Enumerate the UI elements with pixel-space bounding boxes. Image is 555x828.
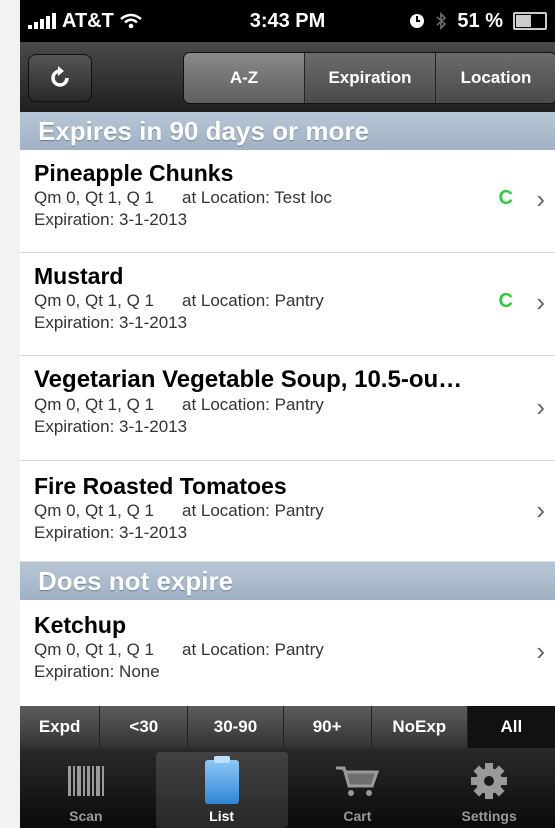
item-qty: Qm 0, Qt 1, Q 1 (34, 291, 154, 310)
filter-30-90[interactable]: 30-90 (188, 706, 284, 748)
list-item[interactable]: Pineapple Chunks Qm 0, Qt 1, Q 1 at Locat… (20, 150, 555, 253)
status-bar: AT&T 3:43 PM 51 % (20, 0, 555, 42)
item-expiration: Expiration: 3-1-2013 (34, 210, 188, 229)
expiration-filter-bar: Expd <30 30-90 90+ NoExp All (20, 706, 555, 748)
item-quantities: Qm 0, Qt 1, Q 1 at Location: Pantry (34, 500, 555, 522)
filter-under-30[interactable]: <30 (100, 706, 189, 748)
list-item[interactable]: Ketchup Qm 0, Qt 1, Q 1 at Location: Pant… (20, 600, 555, 702)
item-name: Ketchup (34, 612, 126, 638)
chevron-right-icon: › (536, 184, 545, 214)
phone-screen: AT&T 3:43 PM 51 % A-Z Expiration Locatio… (20, 0, 555, 828)
item-location: at Location: Test loc (181, 188, 332, 207)
item-expiration: Expiration: 3-1-2013 (34, 523, 188, 542)
chevron-right-icon: › (536, 636, 545, 666)
item-quantities: Qm 0, Qt 1, Q 1 at Location: Pantry (34, 394, 555, 416)
item-list[interactable]: Expires in 90 days or more Pineapple Chu… (20, 112, 555, 702)
list-icon (204, 756, 239, 804)
item-location: at Location: Pantry (181, 395, 324, 414)
item-name: Pineapple Chunks (34, 160, 234, 186)
item-quantities: Qm 0, Qt 1, Q 1 at Location: Pantry (34, 290, 555, 312)
item-qty: Qm 0, Qt 1, Q 1 (34, 395, 154, 414)
item-name: Vegetarian Vegetable Soup, 10.5-ou… (34, 366, 463, 393)
tab-scan[interactable]: Scan (20, 748, 152, 828)
refresh-button[interactable] (28, 54, 92, 102)
segment-expiration[interactable]: Expiration (305, 53, 436, 103)
toolbar: A-Z Expiration Location (20, 42, 555, 112)
battery-icon (513, 12, 547, 30)
chevron-right-icon: › (536, 495, 545, 525)
segment-a-z[interactable]: A-Z (184, 53, 305, 103)
item-location: at Location: Pantry (181, 640, 324, 659)
list-item[interactable]: Fire Roasted Tomatoes Qm 0, Qt 1, Q 1 at … (20, 461, 555, 562)
tab-settings[interactable]: Settings (423, 748, 555, 828)
item-expiration: Expiration: 3-1-2013 (34, 417, 188, 436)
tab-cart[interactable]: Cart (292, 748, 424, 828)
tab-label: List (209, 808, 235, 824)
section-header: Does not expire (20, 562, 555, 600)
section-header: Expires in 90 days or more (20, 112, 555, 150)
item-location: at Location: Pantry (181, 501, 324, 520)
filter-90-plus[interactable]: 90+ (284, 706, 372, 748)
status-flag: C (498, 290, 513, 312)
list-item[interactable]: Vegetarian Vegetable Soup, 10.5-ou… Qm 0… (20, 356, 555, 461)
tab-label: Cart (343, 808, 372, 824)
item-name: Mustard (34, 263, 124, 289)
refresh-icon (51, 66, 69, 87)
segment-location[interactable]: Location (436, 53, 555, 103)
item-quantities: Qm 0, Qt 1, Q 1 at Location: Test loc (34, 187, 555, 209)
item-name: Fire Roasted Tomatoes (34, 473, 287, 499)
item-quantities: Qm 0, Qt 1, Q 1 at Location: Pantry (34, 639, 555, 661)
chevron-right-icon: › (536, 287, 545, 317)
filter-all[interactable]: All (467, 706, 555, 748)
item-qty: Qm 0, Qt 1, Q 1 (34, 501, 154, 520)
barcode-icon (67, 766, 104, 796)
filter-expd[interactable]: Expd (20, 706, 101, 748)
item-qty: Qm 0, Qt 1, Q 1 (34, 188, 154, 207)
cart-icon (336, 766, 380, 796)
sort-segmented-control: A-Z Expiration Location (183, 52, 555, 104)
chevron-right-icon: › (536, 392, 545, 422)
status-time: 3:43 PM (249, 9, 326, 32)
item-expiration: Expiration: None (34, 662, 160, 681)
tab-label: Settings (461, 808, 517, 824)
filter-noexp[interactable]: NoExp (372, 706, 468, 748)
status-flag: C (498, 187, 513, 209)
gear-icon (471, 763, 508, 799)
tab-bar: Scan List Cart Settings (20, 748, 555, 828)
item-expiration: Expiration: 3-1-2013 (34, 313, 188, 332)
tab-label: Scan (69, 808, 103, 824)
list-item[interactable]: Mustard Qm 0, Qt 1, Q 1 at Location: Pant… (20, 253, 555, 356)
tab-list[interactable]: List (155, 752, 288, 828)
item-qty: Qm 0, Qt 1, Q 1 (34, 640, 154, 659)
item-location: at Location: Pantry (181, 291, 324, 310)
